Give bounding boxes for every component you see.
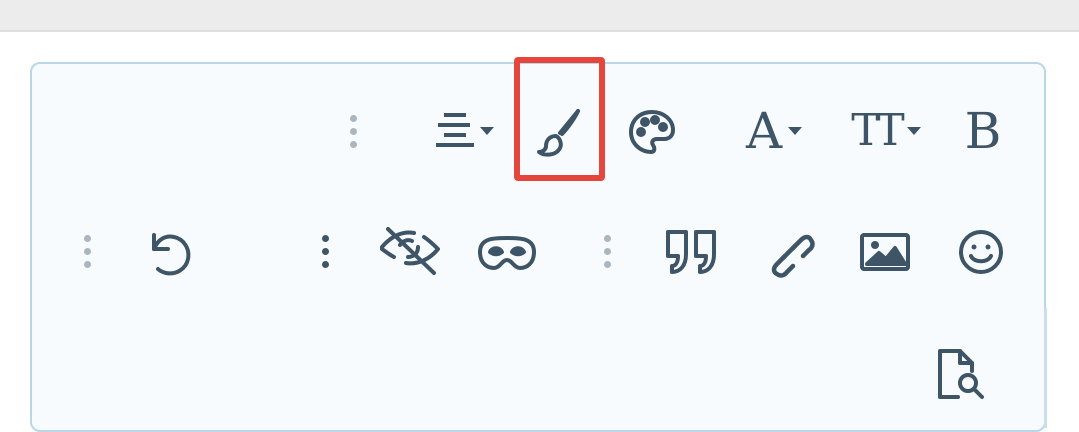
font-size-button[interactable]: TT bbox=[838, 104, 934, 158]
more-vertical-icon[interactable] bbox=[318, 230, 332, 272]
hide-button[interactable] bbox=[376, 222, 444, 280]
toolbar-grip-icon[interactable] bbox=[80, 230, 94, 272]
emoji-button[interactable] bbox=[954, 224, 1008, 280]
caret-down-icon bbox=[480, 127, 494, 135]
quote-button[interactable] bbox=[662, 224, 722, 280]
file-search-icon bbox=[938, 349, 984, 399]
color-button[interactable] bbox=[624, 106, 680, 158]
undo-button[interactable] bbox=[140, 224, 200, 280]
toolbar-grip-icon[interactable] bbox=[346, 110, 360, 152]
link-icon bbox=[771, 234, 815, 278]
editor-content-area[interactable] bbox=[36, 308, 1047, 428]
eye-slash-icon bbox=[380, 227, 440, 275]
highlight-box bbox=[514, 57, 605, 181]
text-size-icon: TT bbox=[851, 105, 904, 156]
spoiler-button[interactable] bbox=[474, 228, 540, 276]
undo-icon bbox=[152, 233, 191, 276]
caret-down-icon bbox=[788, 127, 803, 135]
smile-icon bbox=[959, 230, 1003, 274]
caret-down-icon bbox=[906, 127, 921, 135]
link-button[interactable] bbox=[762, 224, 816, 280]
preview-button[interactable] bbox=[930, 346, 990, 402]
bold-icon: B bbox=[964, 102, 1002, 160]
font-family-button[interactable]: A bbox=[732, 104, 816, 158]
browser-top-bar bbox=[0, 0, 1079, 32]
quote-icon bbox=[666, 230, 716, 274]
font-icon: A bbox=[745, 102, 783, 160]
mask-icon bbox=[478, 236, 536, 270]
toolbar-grip-icon[interactable] bbox=[600, 230, 614, 272]
palette-icon bbox=[629, 110, 675, 154]
align-button[interactable] bbox=[420, 108, 506, 154]
bold-button[interactable]: B bbox=[956, 104, 1010, 158]
image-button[interactable] bbox=[858, 228, 912, 276]
align-center-icon bbox=[436, 113, 474, 147]
image-icon bbox=[860, 233, 910, 271]
